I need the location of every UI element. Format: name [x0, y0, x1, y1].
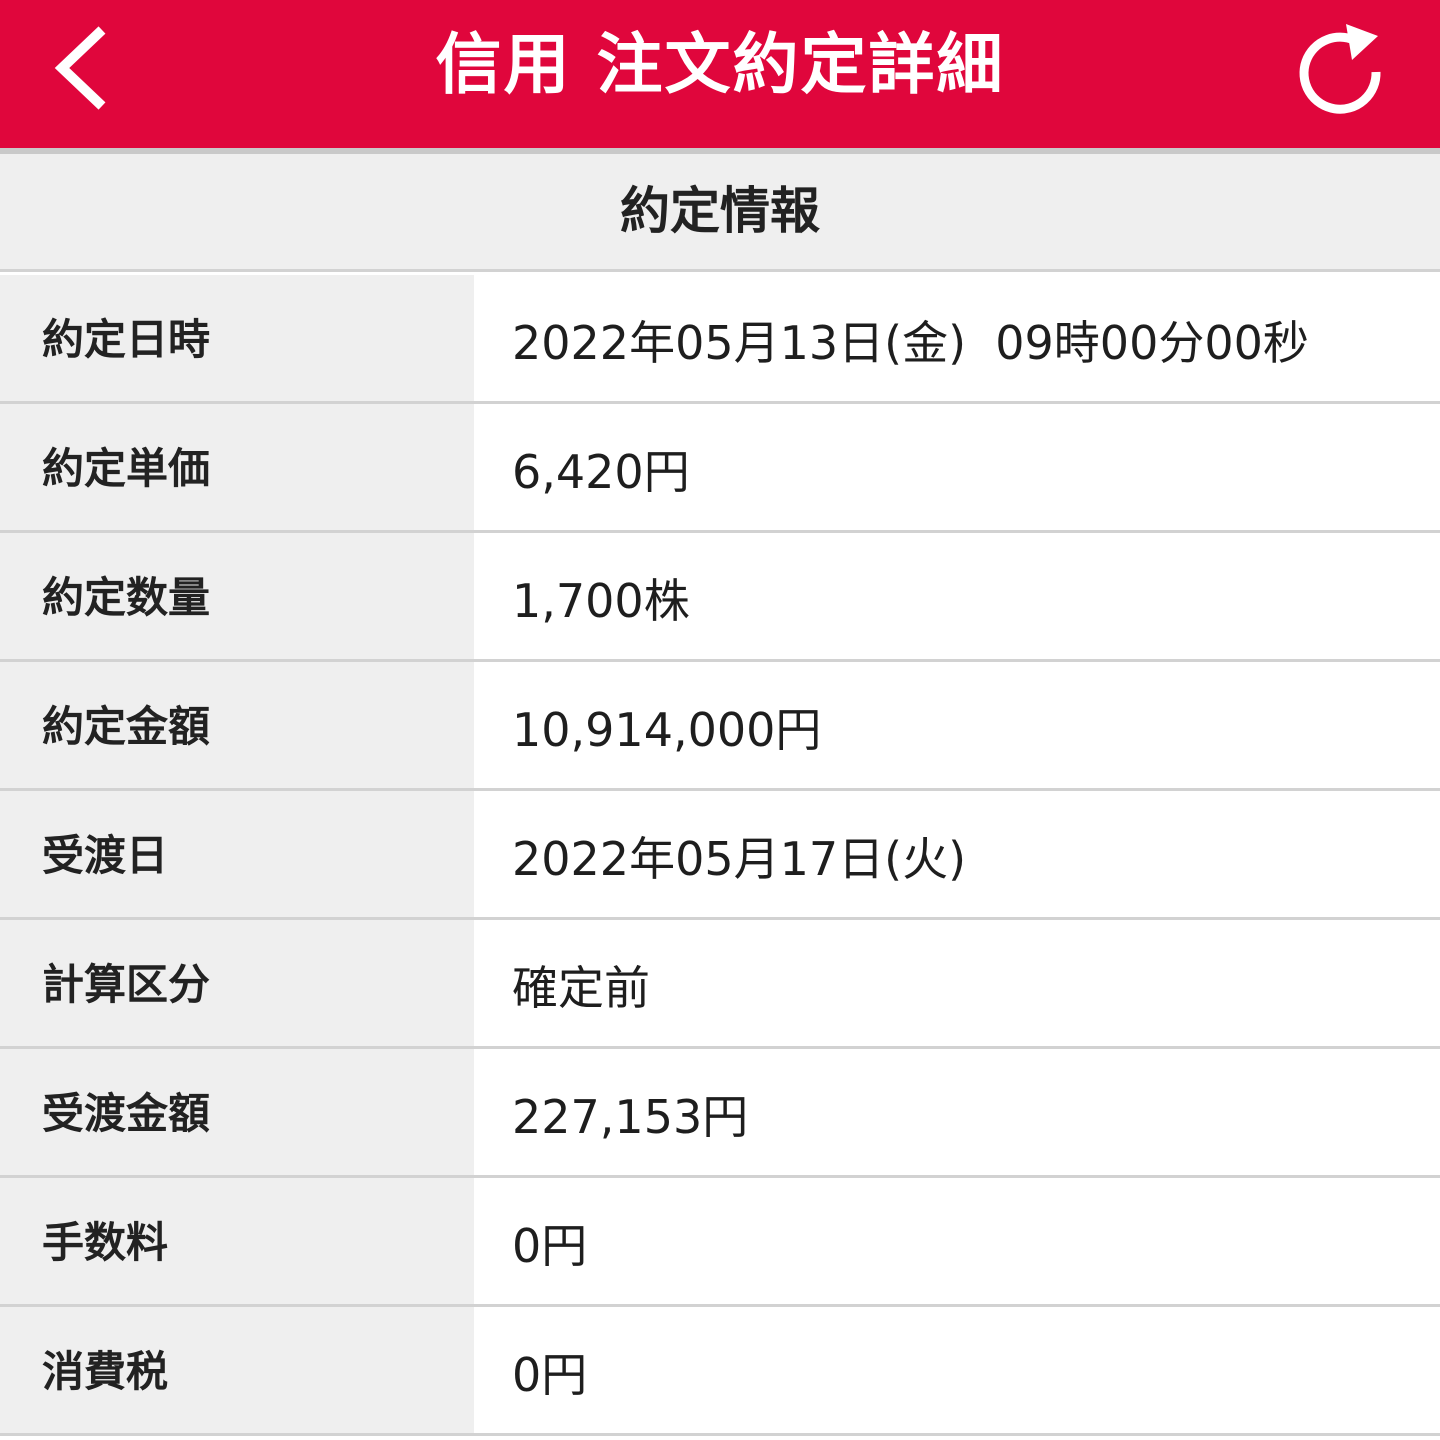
detail-row-settlement-date: 受渡日 2022年05月17日(火) [0, 791, 1440, 920]
detail-row-execution-amount: 約定金額 10,914,000円 [0, 662, 1440, 791]
row-label: 約定日時 [0, 275, 474, 401]
row-value: 6,420円 [474, 404, 1440, 530]
detail-row-execution-datetime: 約定日時 2022年05月13日(金) 09時00分00秒 [0, 275, 1440, 404]
row-label: 手数料 [0, 1178, 474, 1304]
detail-row-execution-price: 約定単価 6,420円 [0, 404, 1440, 533]
row-value: 2022年05月13日(金) 09時00分00秒 [474, 275, 1440, 401]
back-button[interactable] [40, 18, 130, 118]
page-title: 信用 注文約定詳細 [435, 26, 1005, 103]
section-title: 約定情報 [620, 182, 820, 240]
row-value: 確定前 [474, 920, 1440, 1046]
row-value: 227,153円 [474, 1049, 1440, 1175]
row-label: 計算区分 [0, 920, 474, 1046]
row-value: 0円 [474, 1178, 1440, 1304]
row-label: 約定金額 [0, 662, 474, 788]
row-value: 0円 [474, 1307, 1440, 1433]
app-header: 信用 注文約定詳細 [0, 0, 1440, 148]
row-value: 2022年05月17日(火) [474, 791, 1440, 917]
row-label: 約定数量 [0, 533, 474, 659]
refresh-icon [1299, 24, 1381, 114]
row-label: 消費税 [0, 1307, 474, 1433]
detail-row-settlement-amount: 受渡金額 227,153円 [0, 1049, 1440, 1178]
row-label: 約定単価 [0, 404, 474, 530]
row-label: 受渡日 [0, 791, 474, 917]
execution-detail-table: 約定日時 2022年05月13日(金) 09時00分00秒 約定単価 6,420… [0, 275, 1440, 1436]
refresh-button[interactable] [1288, 20, 1392, 124]
chevron-left-icon [54, 26, 106, 110]
row-label: 受渡金額 [0, 1049, 474, 1175]
detail-row-consumption-tax: 消費税 0円 [0, 1307, 1440, 1436]
detail-row-commission: 手数料 0円 [0, 1178, 1440, 1307]
section-header: 約定情報 [0, 154, 1440, 272]
row-value: 10,914,000円 [474, 662, 1440, 788]
detail-row-calculation-status: 計算区分 確定前 [0, 920, 1440, 1049]
row-value: 1,700株 [474, 533, 1440, 659]
detail-row-execution-quantity: 約定数量 1,700株 [0, 533, 1440, 662]
order-execution-detail-screen: 信用 注文約定詳細 約定情報 約定日時 2022年05月13日(金) 09時00… [0, 0, 1440, 1440]
